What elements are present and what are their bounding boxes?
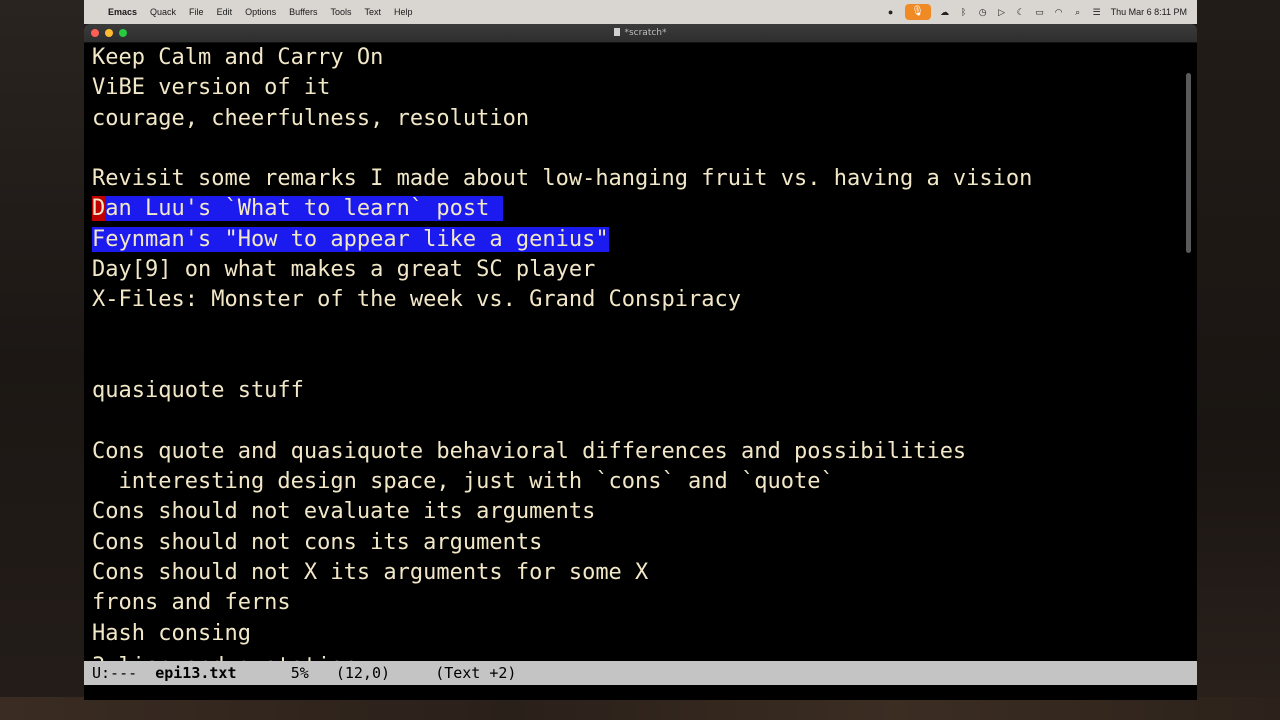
region-highlight: Feynman's "How to appear like a genius" <box>92 226 609 252</box>
buffer-line-selected: Dan Luu's `What to learn` post <box>92 194 1032 224</box>
modeline-mode: (Text +2) <box>435 664 517 682</box>
buffer-line: courage, cheerfulness, resolution <box>92 105 530 131</box>
buffer-line: X-Files: Monster of the week vs. Grand C… <box>92 287 742 313</box>
modeline-percent: 5% <box>290 664 309 682</box>
echo-area[interactable] <box>84 685 1197 700</box>
modeline-buffer-name: epi13.txt <box>155 664 237 682</box>
wifi-icon[interactable]: ◠ <box>1054 7 1064 17</box>
menu-app-emacs[interactable]: Emacs <box>108 7 137 17</box>
emacs-window: *scratch* Keep Calm and Carry On ViBE ve… <box>84 24 1197 700</box>
buffer-line: Revisit some remarks I made about low-ha… <box>92 166 1033 192</box>
text-cursor: D <box>92 196 106 222</box>
search-icon[interactable]: ⌕ <box>1073 7 1083 17</box>
menu-help[interactable]: Help <box>394 7 413 17</box>
focus-moon-icon[interactable]: ☾ <box>1016 7 1026 17</box>
buffer-line: interesting design space, just with `con… <box>92 469 834 495</box>
microphone-icon[interactable]: 🎙 <box>904 4 931 20</box>
buffer-line-selected: Feynman's "How to appear like a genius" <box>92 225 1032 255</box>
buffer-line <box>92 134 1032 164</box>
buffer-line: ViBE version of it <box>92 75 331 101</box>
vertical-scrollbar[interactable] <box>1181 43 1197 685</box>
buffer-line: Cons should not X its arguments for some… <box>92 560 649 586</box>
battery-icon[interactable]: ▭ <box>1035 7 1045 17</box>
menu-edit[interactable]: Edit <box>217 7 233 17</box>
menu-tools[interactable]: Tools <box>330 7 351 17</box>
window-title-text: *scratch* <box>624 28 667 38</box>
time-machine-icon[interactable]: ◷ <box>978 7 988 17</box>
buffer-line: quasiquote stuff <box>92 378 304 404</box>
menu-options[interactable]: Options <box>245 7 276 17</box>
region-highlight: an Luu's `What to learn` post <box>105 196 503 222</box>
window-title: *scratch* <box>84 24 1197 42</box>
window-titlebar[interactable]: *scratch* <box>84 24 1197 43</box>
desktop-wallpaper-right <box>1197 0 1280 720</box>
mode-line: U:--- epi13.txt 5% (12,0) (Text +2) <box>84 661 1197 685</box>
cloud-icon[interactable]: ☁ <box>940 7 950 17</box>
buffer-line: Keep Calm and Carry On <box>92 45 384 70</box>
menu-text[interactable]: Text <box>364 7 381 17</box>
buffer-line: Hash consing <box>92 620 251 646</box>
desktop-wallpaper-bottom <box>0 697 1280 720</box>
buffer-line: Cons quote and quasiquote behavioral dif… <box>92 438 967 464</box>
buffer-line: Day[9] on what makes a great SC player <box>92 257 596 283</box>
macos-menu-bar: Emacs Quack File Edit Options Buffers To… <box>84 0 1197 24</box>
record-icon[interactable]: ● <box>886 7 896 17</box>
menu-file[interactable]: File <box>189 7 204 17</box>
buffer-line <box>92 407 1032 437</box>
text-buffer[interactable]: Keep Calm and Carry On ViBE version of i… <box>84 43 1181 685</box>
modeline-status: U:--- <box>92 664 138 682</box>
buffer-line: Cons should not cons its arguments <box>92 529 543 555</box>
document-icon <box>614 28 621 36</box>
control-center-icon[interactable]: ☰ <box>1092 7 1102 17</box>
scrollbar-thumb[interactable] <box>1186 73 1191 253</box>
status-area: ● 🎙 ☁ ᛒ ◷ ▷ ☾ ▭ ◠ ⌕ ☰ Thu Mar 6 8:11 PM <box>886 4 1187 20</box>
buffer-lines: Keep Calm and Carry On ViBE version of i… <box>92 43 1032 669</box>
buffer-line <box>92 316 1032 346</box>
desktop-wallpaper-left <box>0 0 84 720</box>
buffer-line <box>92 346 1032 376</box>
buffer-line: frons and ferns <box>92 590 291 616</box>
bluetooth-icon[interactable]: ᛒ <box>959 7 969 17</box>
play-icon[interactable]: ▷ <box>997 7 1007 17</box>
buffer-line: Cons should not evaluate its arguments <box>92 499 596 525</box>
modeline-position: (12,0) <box>335 664 391 682</box>
menu-quack[interactable]: Quack <box>150 7 176 17</box>
menu-clock[interactable]: Thu Mar 6 8:11 PM <box>1111 7 1187 17</box>
menu-buffers[interactable]: Buffers <box>289 7 317 17</box>
